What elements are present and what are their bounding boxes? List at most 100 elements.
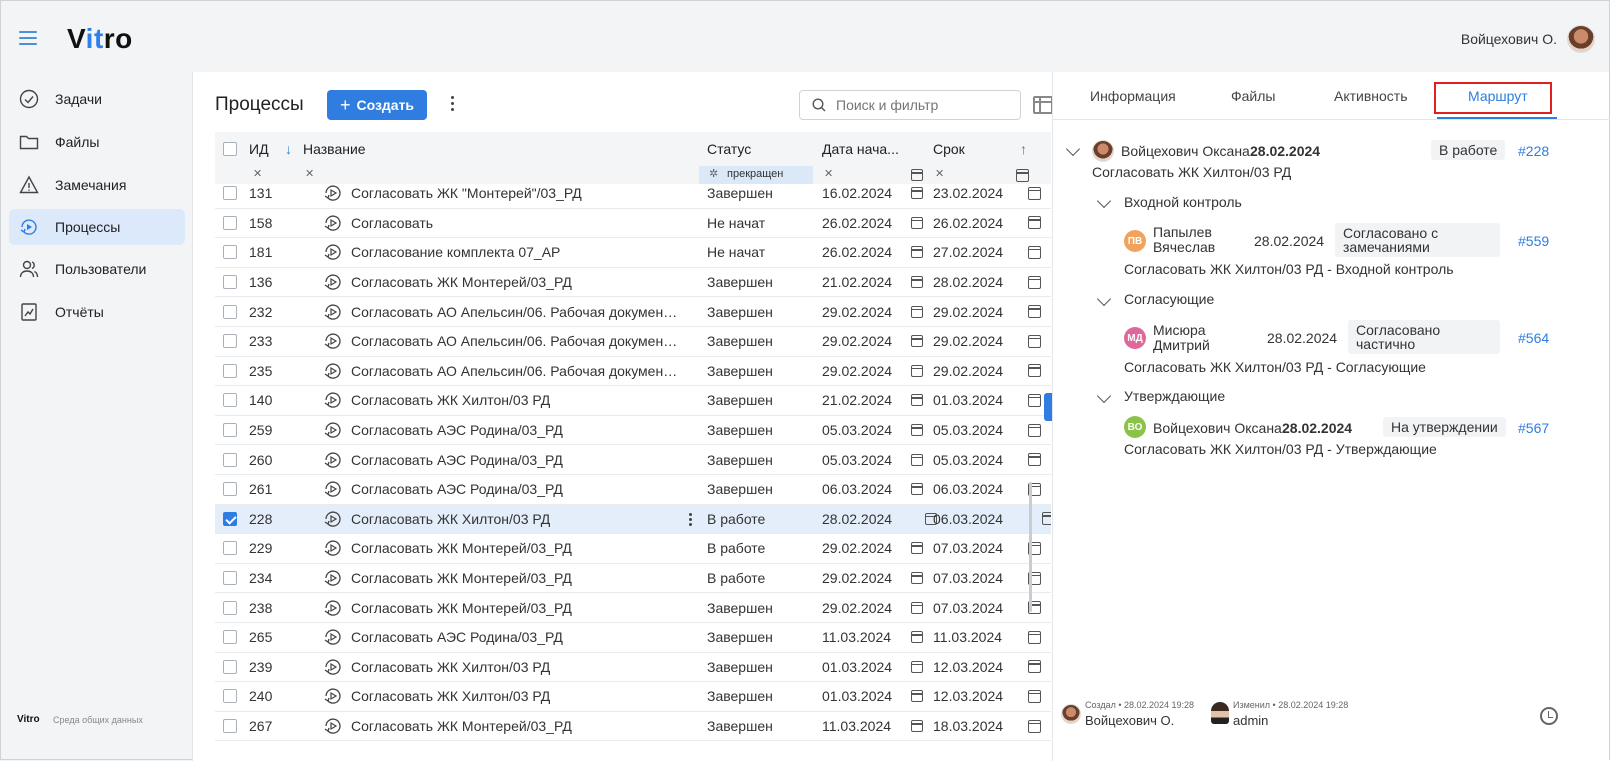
user-menu[interactable]: Войцехович О.	[1461, 25, 1595, 53]
root-link[interactable]: #228	[1518, 143, 1549, 159]
stage-link[interactable]: #567	[1518, 420, 1549, 436]
tab-files[interactable]: Файлы	[1231, 88, 1275, 104]
row-checkbox[interactable]	[223, 363, 237, 378]
table-row[interactable]: 140 Согласовать ЖК Хилтон/03 РД Завершен 21…	[215, 386, 1051, 416]
clear-filter-id-icon[interactable]: ✕	[253, 167, 262, 180]
clear-filter-due-icon[interactable]: ✕	[935, 167, 944, 180]
app-logo[interactable]: Vitro	[67, 23, 133, 55]
chevron-down-icon[interactable]	[1096, 388, 1112, 404]
row-checkbox[interactable]	[223, 719, 237, 734]
row-name[interactable]: Согласовать ЖК Монтерей/03_РД	[351, 274, 681, 290]
row-checkbox[interactable]	[223, 275, 237, 290]
sidebar-item-processes[interactable]: Процессы	[9, 209, 185, 245]
table-row[interactable]: 239 Согласовать ЖК Хилтон/03 РД Завершен 01…	[215, 653, 1051, 683]
row-name[interactable]: Согласовать ЖК Монтерей/03_РД	[351, 600, 681, 616]
table-row[interactable]: 240 Согласовать ЖК Хилтон/03 РД Завершен 01…	[215, 682, 1051, 712]
calendar-check-icon[interactable]	[1028, 245, 1041, 259]
row-checkbox[interactable]	[223, 630, 237, 645]
calendar-check-icon[interactable]	[1028, 216, 1041, 230]
row-name[interactable]: Согласовать АЭС Родина/03_РД	[351, 481, 681, 497]
calendar-icon[interactable]	[911, 246, 923, 259]
row-actions-icon[interactable]	[689, 512, 692, 528]
more-actions-icon[interactable]	[449, 96, 455, 114]
columns-settings-icon[interactable]	[1033, 96, 1053, 114]
row-checkbox[interactable]	[223, 689, 237, 704]
calendar-check-icon[interactable]	[1028, 334, 1041, 348]
table-scrollbar[interactable]	[1029, 482, 1032, 612]
col-header-name[interactable]: Название	[303, 141, 366, 157]
calendar-icon[interactable]	[911, 187, 923, 200]
calendar-check-icon[interactable]	[1028, 453, 1041, 467]
tab-information[interactable]: Информация	[1090, 88, 1176, 104]
row-name[interactable]: Согласовать АЭС Родина/03_РД	[351, 452, 681, 468]
row-checkbox[interactable]	[223, 304, 237, 319]
calendar-check-icon[interactable]	[1028, 689, 1041, 703]
sidebar-item-tasks[interactable]: Задачи	[9, 81, 185, 117]
calendar-icon[interactable]	[911, 690, 923, 703]
row-checkbox[interactable]	[223, 482, 237, 497]
table-row[interactable]: 238 Согласовать ЖК Монтерей/03_РД Завершен…	[215, 593, 1051, 623]
calendar-icon[interactable]	[911, 631, 923, 644]
calendar-check-icon[interactable]	[1028, 364, 1041, 378]
table-row[interactable]: 229 Согласовать ЖК Монтерей/03_РД В работе…	[215, 534, 1051, 564]
sidebar-item-reports[interactable]: Отчёты	[9, 294, 185, 330]
table-row[interactable]: 260 Согласовать АЭС Родина/03_РД Завершен 0…	[215, 445, 1051, 475]
stage-link[interactable]: #559	[1518, 233, 1549, 249]
row-name[interactable]: Согласовать АО Апельсин/06. Рабочая доку…	[351, 304, 681, 320]
panel-collapse-handle[interactable]	[1044, 393, 1052, 421]
col-header-start[interactable]: Дата нача...	[822, 141, 899, 157]
sidebar-item-remarks[interactable]: Замечания	[9, 167, 185, 203]
calendar-check-icon[interactable]	[1028, 630, 1041, 644]
create-button[interactable]: + Создать	[327, 90, 427, 120]
row-checkbox[interactable]	[223, 511, 237, 526]
col-header-status[interactable]: Статус	[707, 141, 751, 157]
calendar-icon[interactable]	[911, 483, 923, 496]
calendar-icon[interactable]	[911, 572, 923, 585]
calendar-icon[interactable]	[911, 720, 923, 733]
row-name[interactable]: Согласовать ЖК Монтерей/03_РД	[351, 540, 681, 556]
table-row[interactable]: 261 Согласовать АЭС Родина/03_РД Завершен 0…	[215, 475, 1051, 505]
sidebar-item-users[interactable]: Пользователи	[9, 251, 185, 287]
row-checkbox[interactable]	[223, 452, 237, 467]
row-name[interactable]: Согласовать АЭС Родина/03_РД	[351, 422, 681, 438]
calendar-check-icon[interactable]	[1028, 305, 1041, 319]
calendar-icon[interactable]	[911, 660, 923, 673]
clear-filter-name-icon[interactable]: ✕	[305, 167, 314, 180]
col-header-due[interactable]: Срок	[933, 141, 965, 157]
row-checkbox[interactable]	[223, 423, 237, 438]
row-checkbox[interactable]	[223, 393, 237, 408]
table-row[interactable]: 259 Согласовать АЭС Родина/03_РД Завершен 0…	[215, 416, 1051, 446]
row-checkbox[interactable]	[223, 600, 237, 615]
calendar-icon[interactable]	[911, 216, 923, 229]
calendar-check-icon[interactable]	[1028, 423, 1041, 437]
search-input[interactable]	[836, 97, 996, 113]
chevron-down-icon[interactable]	[1096, 291, 1112, 307]
calendar-check-icon[interactable]	[1042, 512, 1051, 526]
row-name[interactable]: Согласовать ЖК Монтерей/03_РД	[351, 718, 681, 734]
chevron-down-icon[interactable]	[1065, 141, 1081, 157]
table-row[interactable]: 228 Согласовать ЖК Хилтон/03 РД В работе 28…	[215, 504, 1051, 535]
row-checkbox[interactable]	[223, 215, 237, 230]
calendar-icon[interactable]	[911, 542, 923, 555]
table-row[interactable]: 233 Согласовать АО Апельсин/06. Рабочая д…	[215, 327, 1051, 357]
user-avatar[interactable]	[1567, 25, 1595, 53]
row-checkbox[interactable]	[223, 186, 237, 201]
stage-link[interactable]: #564	[1518, 330, 1549, 346]
sidebar-item-files[interactable]: Файлы	[9, 124, 185, 160]
row-checkbox[interactable]	[223, 659, 237, 674]
table-row[interactable]: 181 Согласование комплекта 07_АР Не начат 2…	[215, 238, 1051, 268]
calendar-icon[interactable]	[911, 276, 923, 289]
sort-down-icon[interactable]: ↓	[285, 141, 292, 157]
row-name[interactable]: Согласование комплекта 07_АР	[351, 244, 681, 260]
table-row[interactable]: 267 Согласовать ЖК Монтерей/03_РД Завершен…	[215, 712, 1051, 742]
row-name[interactable]: Согласовать ЖК Монтерей/03_РД	[351, 570, 681, 586]
calendar-icon[interactable]	[911, 601, 923, 614]
row-checkbox[interactable]	[223, 334, 237, 349]
table-row[interactable]: 232 Согласовать АО Апельсин/06. Рабочая д…	[215, 297, 1051, 327]
table-row[interactable]: 234 Согласовать ЖК Монтерей/03_РД В работе…	[215, 564, 1051, 594]
calendar-check-icon[interactable]	[1028, 275, 1041, 289]
col-header-id[interactable]: ИД	[249, 141, 269, 157]
calendar-check-icon[interactable]	[1028, 186, 1041, 200]
status-filter-chip[interactable]: ✲ прекращен	[699, 166, 813, 184]
calendar-check-icon[interactable]	[1028, 393, 1041, 407]
